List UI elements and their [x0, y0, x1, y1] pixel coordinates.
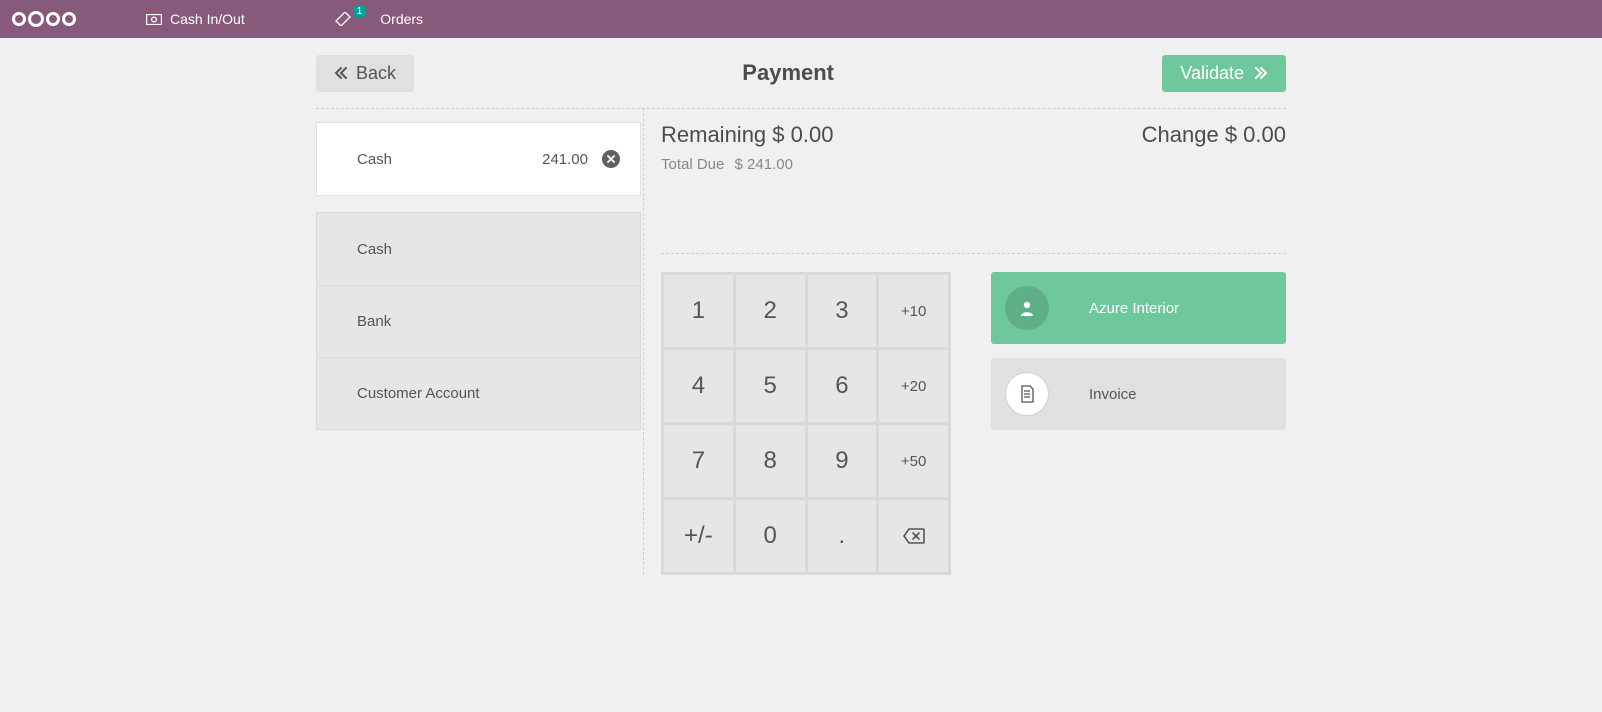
numpad-9[interactable]: 9	[808, 425, 877, 497]
payment-method-cash[interactable]: Cash	[317, 213, 640, 285]
numpad-8[interactable]: 8	[736, 425, 805, 497]
cash-in-out-label: Cash In/Out	[170, 11, 245, 27]
numpad-2[interactable]: 2	[736, 275, 805, 347]
payment-line-name: Cash	[357, 151, 542, 168]
numpad-7[interactable]: 7	[664, 425, 733, 497]
payment-method-bank[interactable]: Bank	[317, 285, 640, 357]
customer-button[interactable]: Azure Interior	[991, 272, 1286, 344]
total-due-value: $ 241.00	[735, 156, 793, 173]
page-title: Payment	[414, 60, 1162, 86]
chevron-left-icon	[334, 66, 348, 80]
numpad: 1 2 3 +10 4 5 6 +20 7 8 9 +50 +/- 0	[661, 272, 951, 575]
numpad-plus50[interactable]: +50	[879, 425, 948, 497]
invoice-button[interactable]: Invoice	[991, 358, 1286, 430]
odoo-logo[interactable]	[12, 11, 76, 27]
numpad-4[interactable]: 4	[664, 350, 733, 422]
invoice-icon	[1005, 372, 1049, 416]
page-header: Back Payment Validate	[316, 48, 1286, 98]
validate-label: Validate	[1180, 63, 1244, 84]
user-icon	[1005, 286, 1049, 330]
numpad-3[interactable]: 3	[808, 275, 877, 347]
orders-label: Orders	[380, 11, 423, 27]
numpad-6[interactable]: 6	[808, 350, 877, 422]
orders-button[interactable]: 1 Orders	[335, 11, 423, 27]
numpad-dot[interactable]: .	[808, 500, 877, 572]
payment-method-customer-account[interactable]: Customer Account	[317, 357, 640, 429]
top-navbar: Cash In/Out 1 Orders	[0, 0, 1602, 38]
numpad-1[interactable]: 1	[664, 275, 733, 347]
invoice-label: Invoice	[1089, 386, 1137, 403]
change-value: $ 0.00	[1225, 122, 1286, 147]
total-due-line: Total Due $ 241.00	[661, 156, 1286, 173]
cash-icon	[146, 14, 162, 25]
customer-label: Azure Interior	[1089, 300, 1179, 317]
cash-in-out-button[interactable]: Cash In/Out	[146, 11, 245, 27]
backspace-icon	[903, 528, 925, 544]
back-label: Back	[356, 63, 396, 84]
numpad-plus10[interactable]: +10	[879, 275, 948, 347]
payment-methods-list: Cash Bank Customer Account	[316, 212, 641, 430]
numpad-backspace[interactable]	[879, 500, 948, 572]
numpad-plus20[interactable]: +20	[879, 350, 948, 422]
numpad-plusminus[interactable]: +/-	[664, 500, 733, 572]
remaining-label: Remaining	[661, 122, 766, 147]
separator	[661, 253, 1286, 254]
chevron-right-icon	[1254, 66, 1268, 80]
validate-button[interactable]: Validate	[1162, 55, 1286, 92]
close-icon	[607, 155, 615, 163]
total-due-label: Total Due	[661, 156, 724, 173]
orders-count-badge: 1	[353, 6, 367, 17]
numpad-0[interactable]: 0	[736, 500, 805, 572]
payment-line-cash[interactable]: Cash 241.00	[316, 122, 641, 196]
back-button[interactable]: Back	[316, 55, 414, 92]
summary-row: Remaining $ 0.00 Change $ 0.00	[661, 122, 1286, 148]
numpad-5[interactable]: 5	[736, 350, 805, 422]
change-label: Change	[1142, 122, 1219, 147]
remaining-value: $ 0.00	[772, 122, 833, 147]
ticket-icon	[335, 12, 351, 26]
delete-payment-line-button[interactable]	[602, 150, 620, 168]
payment-line-amount: 241.00	[542, 151, 588, 168]
